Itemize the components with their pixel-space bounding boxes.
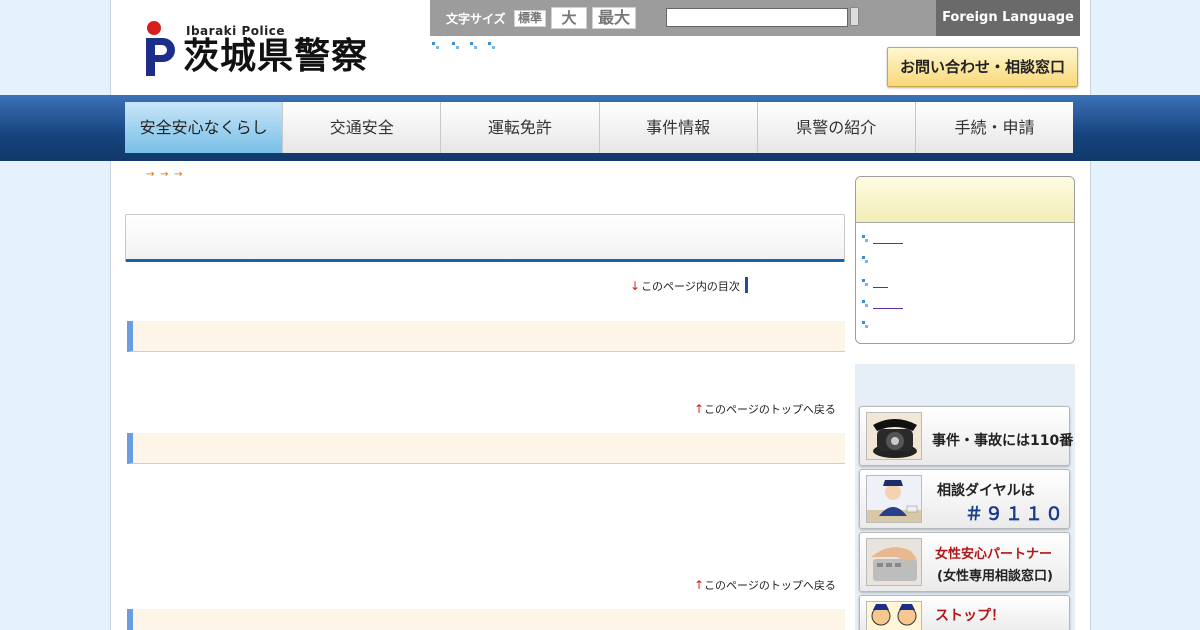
nav-item-drivers-license[interactable]: 運転免許	[441, 102, 600, 153]
back-to-top-link[interactable]: ↑このページのトップへ戻る	[694, 401, 836, 417]
bullet-icon	[862, 300, 869, 307]
bullet-icon	[470, 42, 478, 50]
font-size-large-button[interactable]: 大	[551, 7, 587, 29]
phone-hand-icon	[866, 538, 922, 586]
arrow-up-icon: ↑	[694, 402, 705, 416]
back-to-top-link[interactable]: ↑このページのトップへ戻る	[694, 577, 836, 593]
page-toc-link[interactable]: ↓このページ内の目次	[630, 278, 740, 294]
toc-link-label: このページ内の目次	[641, 280, 740, 293]
search-button[interactable]	[850, 7, 859, 26]
section-heading	[127, 433, 845, 464]
foreign-language-button[interactable]: Foreign Language	[936, 0, 1080, 36]
nav-item-about-police[interactable]: 県警の紹介	[757, 102, 916, 153]
bullet-icon	[488, 42, 496, 50]
bullet-icon	[862, 256, 869, 263]
sidebar-menu-item[interactable]	[862, 319, 1062, 333]
back-to-top-label: このページのトップへ戻る	[704, 579, 836, 592]
contact-consultation-button[interactable]: お問い合わせ・相談窓口	[887, 47, 1078, 87]
bullet-icon	[432, 42, 440, 50]
banner-women-line1: 女性安心パートナー	[935, 547, 1053, 562]
sidebar-menu-item[interactable]	[862, 254, 1062, 268]
back-to-top-label: このページのトップへ戻る	[704, 403, 836, 416]
bullet-icon	[452, 42, 460, 50]
page-title-box	[125, 214, 845, 262]
bullet-icon	[862, 235, 869, 242]
arrow-up-icon: ↑	[694, 578, 705, 592]
sidebar-menu-item[interactable]	[862, 298, 1062, 312]
banner-9110-consultation[interactable]: 相談ダイヤルは ＃９１１０	[859, 469, 1070, 529]
sidebar-menu-item[interactable]	[862, 277, 1062, 291]
banner-stop[interactable]: ストップ！	[859, 595, 1070, 630]
font-size-label: 文字サイズ	[446, 12, 506, 26]
search-input[interactable]	[666, 8, 848, 27]
banner-9110-line1: 相談ダイヤルは	[937, 483, 1035, 499]
site-logo[interactable]: Ibaraki Police 茨城県警察	[143, 20, 383, 82]
toc-divider	[745, 277, 748, 293]
nav-item-traffic-safety[interactable]: 交通安全	[283, 102, 442, 153]
police-officer-icon	[866, 475, 922, 523]
section-heading	[127, 321, 845, 352]
sidebar-menu-header	[856, 177, 1074, 223]
police-logo-icon	[146, 21, 175, 76]
breadcrumb: → → →	[142, 170, 192, 180]
logo-japanese: 茨城県警察	[183, 36, 369, 77]
telephone-icon	[866, 412, 922, 460]
font-size-standard-button[interactable]: 標準	[514, 10, 546, 27]
bullet-icon	[862, 321, 869, 328]
banner-women-line2: (女性専用相談窓口)	[937, 569, 1053, 584]
breadcrumb-arrow-icon: →	[174, 169, 183, 180]
banner-stop-label: ストップ！	[935, 608, 1005, 624]
sidebar-menu-item[interactable]	[862, 233, 1062, 247]
nav-item-safety[interactable]: 安全安心なくらし	[125, 102, 284, 153]
breadcrumb-arrow-icon: →	[146, 169, 155, 180]
global-nav: 安全安心なくらし 交通安全 運転免許 事件情報 県警の紹介 手続・申請	[125, 102, 1074, 153]
banner-women-partner[interactable]: 女性安心パートナー (女性専用相談窓口)	[859, 532, 1070, 592]
section-heading	[127, 609, 845, 630]
utility-bar: 文字サイズ 標準 大 最大 Foreign Language	[430, 0, 1080, 36]
banner-110-emergency[interactable]: 事件・事故には110番	[859, 406, 1074, 466]
stop-characters-icon	[866, 601, 922, 630]
banner-110-label: 事件・事故には110番	[932, 433, 1074, 449]
nav-item-incident-info[interactable]: 事件情報	[599, 102, 758, 153]
header-link-dots	[432, 42, 512, 54]
bullet-icon	[862, 279, 869, 286]
sidebar-menu-box	[855, 176, 1075, 344]
banner-9110-number: ＃９１１０	[965, 504, 1065, 525]
breadcrumb-arrow-icon: →	[160, 169, 169, 180]
arrow-down-icon: ↓	[630, 279, 641, 293]
nav-item-procedures[interactable]: 手続・申請	[915, 102, 1074, 153]
font-size-max-button[interactable]: 最大	[592, 7, 636, 29]
